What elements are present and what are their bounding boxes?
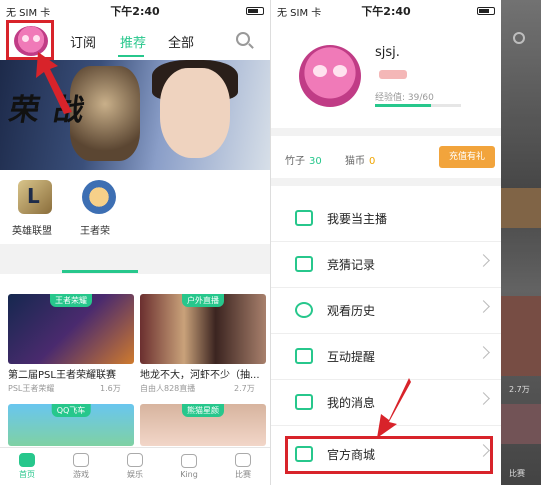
microphone-icon — [295, 210, 313, 226]
live-card[interactable]: QQ飞车 — [8, 404, 134, 446]
game-label: 王者荣 — [80, 226, 110, 237]
pointer-arrow-icon — [36, 52, 72, 114]
tab-king[interactable]: King — [162, 448, 216, 485]
level-badge — [379, 70, 407, 79]
tab-games[interactable]: 游戏 — [54, 448, 108, 485]
tab-entertainment[interactable]: 娱乐 — [108, 448, 162, 485]
chevron-right-icon — [477, 254, 490, 267]
bamboo-balance: 竹子 30 — [285, 156, 322, 167]
pointer-arrow-icon — [377, 378, 411, 438]
tab-recommend[interactable]: 推荐 — [120, 32, 146, 51]
section-divider — [271, 178, 501, 186]
category-tag: 熊猫星颜 — [182, 404, 224, 417]
home-screen: 无 SIM 卡 下午2:40 订阅 推荐 全部 荣 战 L 英雄联盟 王者荣 王… — [0, 0, 270, 485]
card-title: 第二届PSL王者荣耀联赛 — [8, 370, 116, 381]
search-icon — [513, 32, 525, 44]
status-bar: 无 SIM 卡 下午2:40 — [0, 0, 270, 22]
background-home-dimmed: 2.7万 比赛 — [501, 0, 541, 485]
home-icon — [19, 453, 35, 467]
card-title: 地龙不大，河虾不少（抽... — [140, 370, 260, 381]
chat-icon — [295, 348, 313, 364]
card-streamer: PSL王者荣耀 — [8, 384, 55, 393]
live-card[interactable]: 户外直播 — [140, 294, 266, 364]
battery-icon — [477, 7, 495, 15]
live-card[interactable]: 王者荣耀 — [8, 294, 134, 364]
recharge-button[interactable]: 充值有礼 — [439, 146, 495, 168]
active-tab-indicator — [118, 55, 144, 57]
chevron-right-icon — [477, 346, 490, 359]
section-indicator — [62, 270, 138, 273]
clock: 下午2:40 — [361, 5, 411, 18]
gamepad-icon — [73, 453, 89, 467]
tab-all[interactable]: 全部 — [168, 32, 194, 51]
profile-screen: 无 SIM 卡 下午2:40 sjsj. 经验值: 39/60 竹子 30 猫币 0… — [271, 0, 541, 485]
star-icon — [127, 453, 143, 467]
avatar-eye-icon — [333, 65, 347, 77]
live-card[interactable]: 熊猫星颜 — [140, 404, 266, 446]
menu-item-become-streamer[interactable]: 我要当主播 — [271, 196, 501, 242]
banner-streamer-image — [160, 68, 230, 158]
catcoin-balance: 猫币 0 — [345, 156, 376, 167]
experience-bar — [375, 104, 461, 107]
menu-item-watch-history[interactable]: 观看历史 — [271, 288, 501, 334]
category-tag: 王者荣耀 — [50, 294, 92, 307]
username: sjsj. — [375, 45, 400, 60]
kog-game-icon[interactable] — [82, 180, 116, 214]
section-divider — [271, 128, 501, 136]
tab-subscribe[interactable]: 订阅 — [70, 32, 96, 51]
bottom-tab-bar: 首页 游戏 娱乐 King 比赛 — [0, 447, 270, 485]
category-tag: QQ飞车 — [51, 404, 91, 417]
lol-game-icon[interactable]: L — [18, 180, 52, 214]
king-icon — [181, 454, 197, 468]
chevron-right-icon — [477, 392, 490, 405]
tab-match-label: 比赛 — [509, 469, 525, 478]
search-icon[interactable] — [236, 32, 250, 46]
profile-avatar[interactable] — [299, 45, 361, 107]
chevron-right-icon — [477, 300, 490, 313]
avatar-eye-icon — [313, 65, 327, 77]
tab-home[interactable]: 首页 — [0, 448, 54, 485]
tab-match[interactable]: 比赛 — [216, 448, 270, 485]
status-bar: 无 SIM 卡 下午2:40 — [271, 0, 501, 22]
store-highlight-box — [285, 436, 493, 474]
message-icon — [295, 394, 313, 410]
card-streamer: 自由人828直播 — [140, 384, 196, 393]
menu-item-bet-records[interactable]: 竞猜记录 — [271, 242, 501, 288]
view-count: 1.6万 — [100, 384, 121, 393]
menu-item-interaction-alerts[interactable]: 互动提醒 — [271, 334, 501, 380]
game-label: 英雄联盟 — [12, 226, 52, 237]
house-icon — [295, 256, 313, 272]
experience-text: 经验值: 39/60 — [375, 93, 434, 103]
clock-icon — [295, 302, 313, 318]
screenshot: 无 SIM 卡 下午2:40 订阅 推荐 全部 荣 战 L 英雄联盟 王者荣 王… — [0, 0, 541, 485]
view-count: 2.7万 — [234, 384, 255, 393]
battery-icon — [246, 7, 264, 15]
view-count: 2.7万 — [509, 385, 530, 394]
clock: 下午2:40 — [110, 5, 160, 18]
category-tag: 户外直播 — [182, 294, 224, 307]
trophy-icon — [235, 453, 251, 467]
